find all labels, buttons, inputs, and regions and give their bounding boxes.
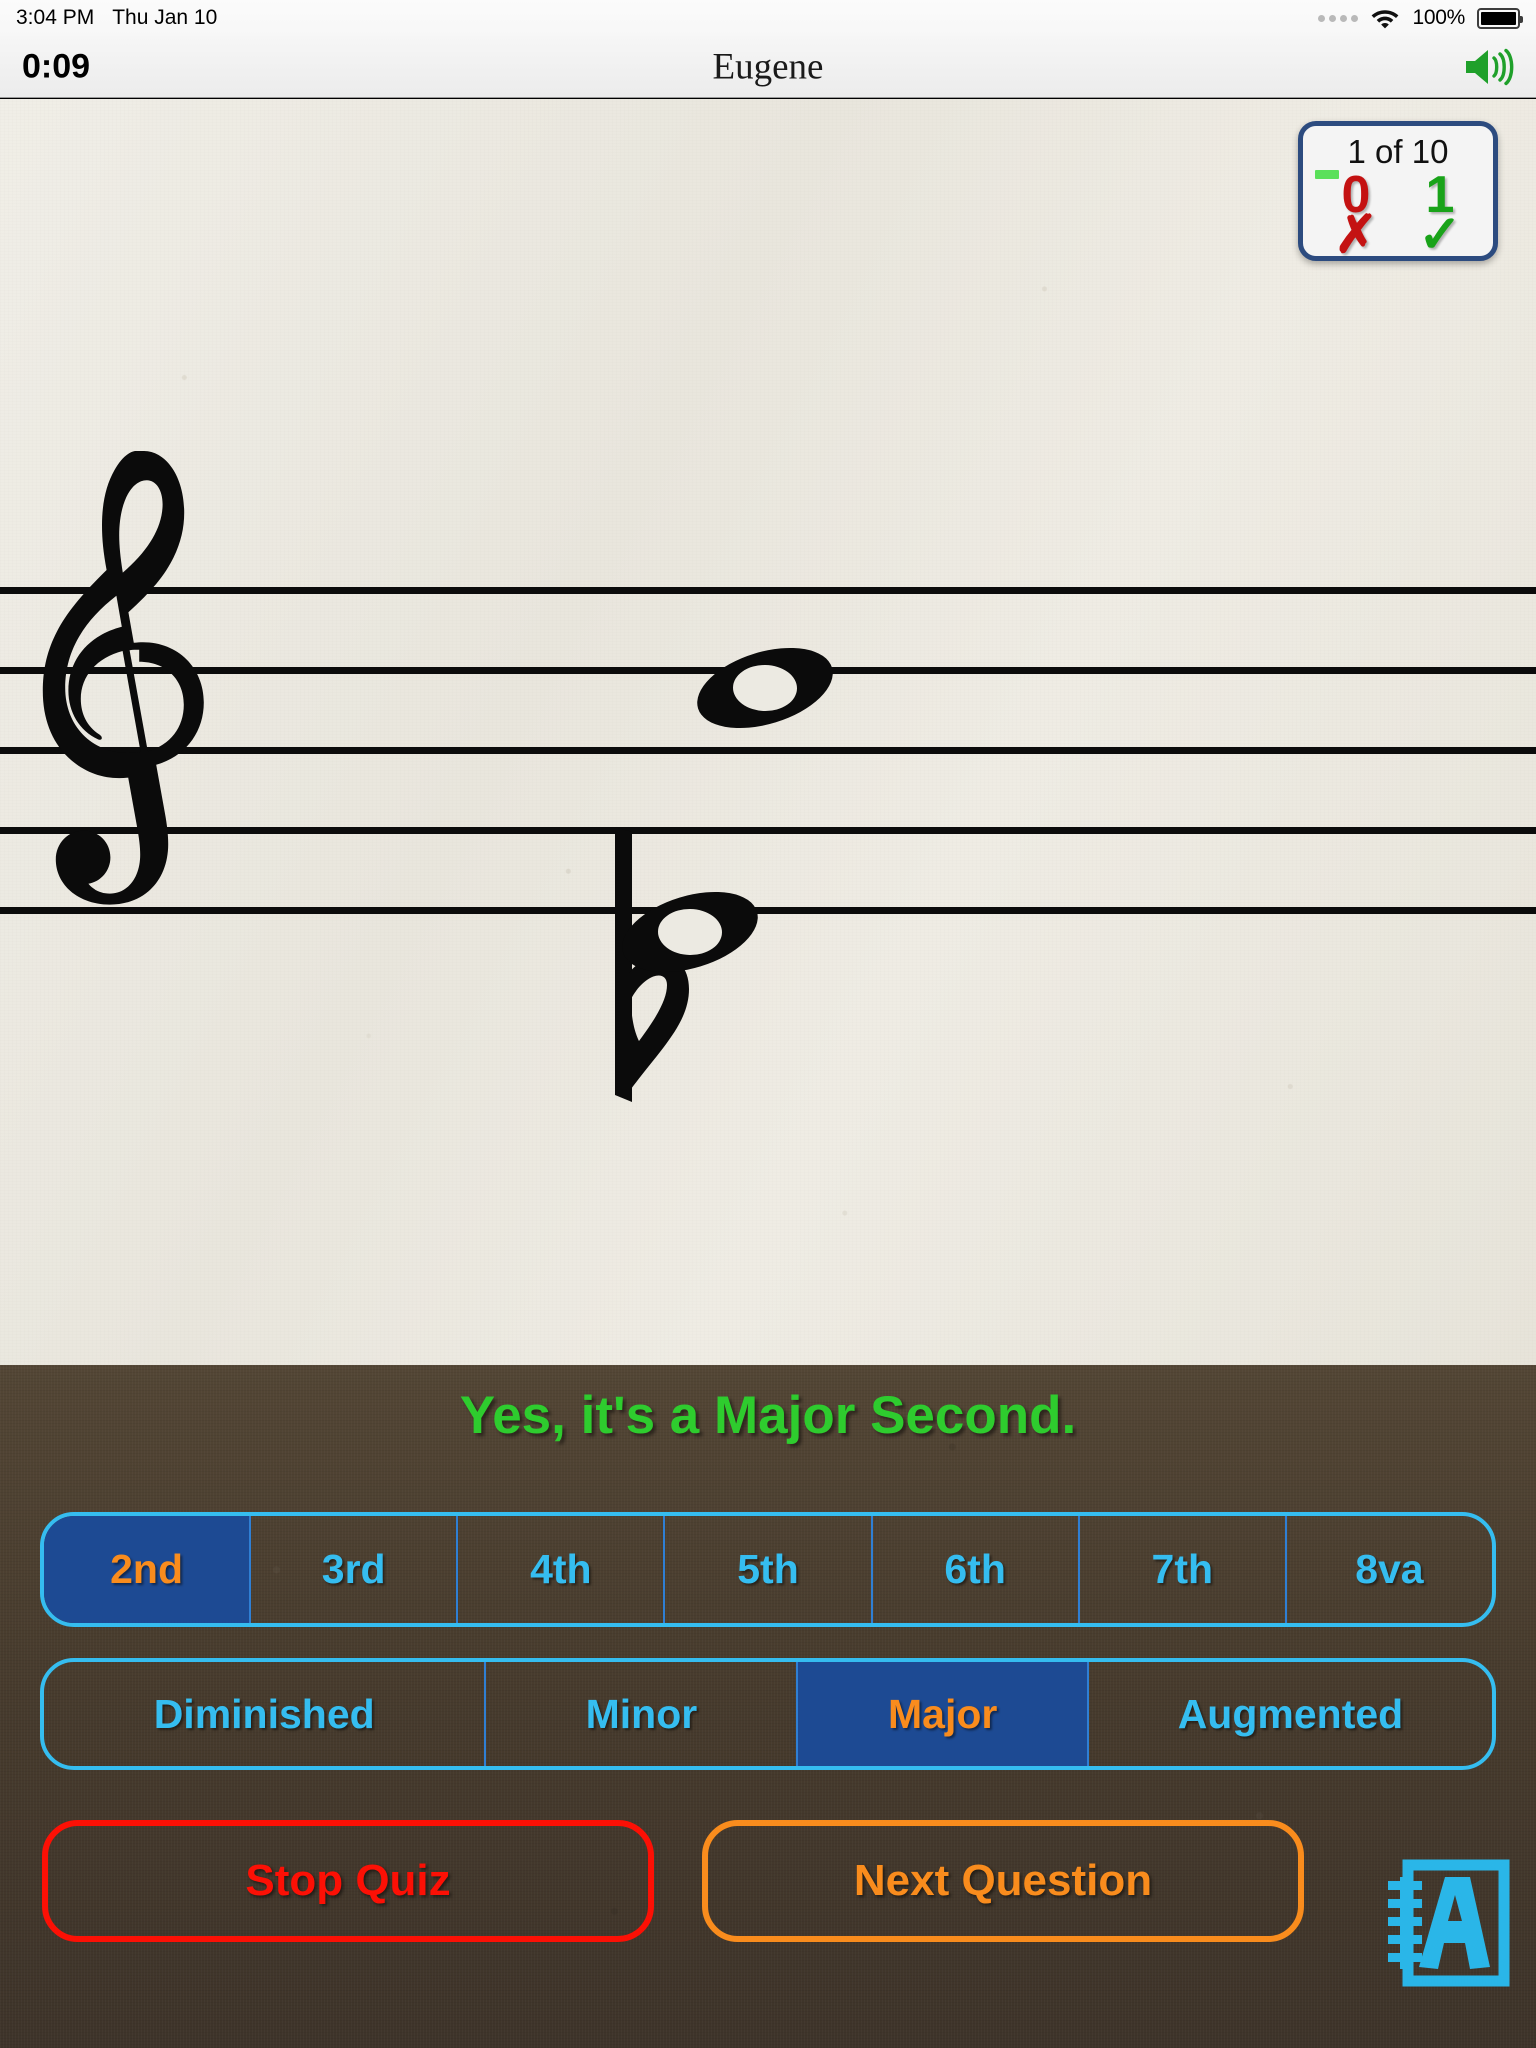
interval-button-2nd[interactable]: 2nd [44,1516,250,1623]
signal-dots-icon [1318,14,1359,22]
music-staff-canvas: 1 of 10 0 ✗ 1 ✓ [0,99,1536,1365]
interval-quality-segmented-control[interactable]: Diminished Minor Major Augmented [40,1658,1496,1770]
interval-button-3rd[interactable]: 3rd [249,1516,456,1623]
music-interval-quiz-screen: 3:04 PM Thu Jan 10 100% 0:09 Eugene 1 of… [0,0,1536,2048]
interval-number-segmented-control[interactable]: 2nd 3rd 4th 5th 6th 7th 8va [40,1512,1496,1627]
status-bar-right: 100% [1318,6,1536,30]
status-bar-date: Thu Jan 10 [112,6,218,29]
status-bar-left: 3:04 PM Thu Jan 10 [0,6,217,30]
quality-button-minor[interactable]: Minor [484,1662,796,1766]
quality-button-augmented[interactable]: Augmented [1086,1662,1492,1766]
score-box: 1 of 10 0 ✗ 1 ✓ [1298,121,1498,261]
stop-quiz-button[interactable]: Stop Quiz [42,1820,654,1942]
next-question-button[interactable]: Next Question [702,1820,1304,1942]
checkmark-icon: ✓ [1418,205,1462,264]
question-progress-label: 1 of 10 [1347,133,1449,170]
battery-full-icon [1477,7,1523,29]
interval-button-7th[interactable]: 7th [1077,1516,1285,1623]
cross-icon: ✗ [1334,205,1378,264]
battery-percent-label: 100% [1412,6,1465,29]
right-score-column: 1 ✓ [1397,169,1483,264]
page-title: Eugene [712,46,824,87]
upper-whole-note [697,647,833,729]
quiz-timer: 0:09 [22,47,91,85]
navigation-bar: 0:09 Eugene [0,36,1536,98]
wifi-icon [1372,10,1399,29]
status-bar-time: 3:04 PM [16,6,95,29]
treble-clef [42,451,204,905]
interval-button-5th[interactable]: 5th [663,1516,870,1623]
quality-button-major[interactable]: Major [796,1662,1087,1766]
wrong-score-column: 0 ✗ [1313,169,1399,264]
interval-button-6th[interactable]: 6th [870,1516,1078,1623]
interval-button-8va[interactable]: 8va [1284,1516,1492,1623]
answer-panel: Yes, it's a Major Second. 2nd 3rd 4th 5t… [0,1365,1536,2048]
ios-status-bar: 3:04 PM Thu Jan 10 100% [0,0,1536,36]
lower-whole-note [622,891,758,973]
interval-button-4th[interactable]: 4th [456,1516,663,1623]
feedback-message: Yes, it's a Major Second. [459,1386,1077,1445]
quality-button-diminished[interactable]: Diminished [44,1662,484,1766]
speaker-on-icon[interactable] [1462,45,1514,89]
notebook-a-icon[interactable] [1382,1855,1510,1995]
